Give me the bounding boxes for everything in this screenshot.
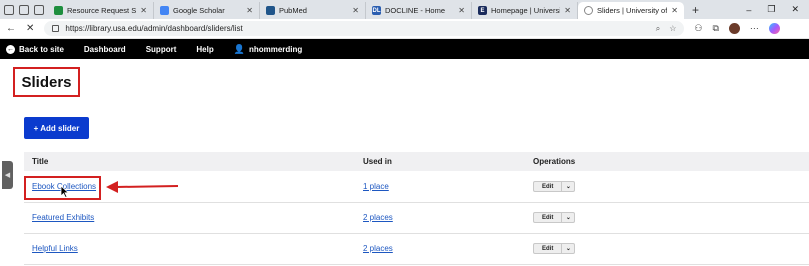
annotation-arrow-icon (106, 181, 179, 193)
minimize-button[interactable]: – (746, 5, 751, 15)
chevron-down-icon[interactable]: ⌄ (562, 244, 574, 253)
back-to-site-link[interactable]: ← Back to site (6, 44, 64, 54)
lock-icon[interactable] (52, 25, 60, 32)
stop-loading-icon[interactable]: ✕ (26, 23, 34, 34)
close-tab-icon[interactable]: ✕ (564, 6, 571, 15)
edit-button[interactable]: Edit (534, 182, 563, 191)
operations-dropbutton: Edit ⌄ (533, 243, 576, 255)
back-arrow-icon: ← (6, 44, 15, 54)
profile-avatar[interactable] (728, 23, 740, 34)
close-tab-icon[interactable]: ✕ (246, 6, 253, 15)
tab-title: Resource Request Spreadsh (67, 6, 137, 15)
column-header-used-in: Used in (363, 157, 392, 166)
back-to-site-label: Back to site (19, 44, 64, 54)
used-in-link[interactable]: 2 places (363, 244, 393, 253)
close-tab-icon[interactable]: ✕ (352, 6, 359, 15)
add-slider-button[interactable]: + Add slider (24, 117, 89, 139)
column-header-title: Title (32, 157, 49, 166)
favorite-star-icon[interactable]: ☆ (669, 24, 676, 34)
admin-toolbar: ← Back to site Dashboard Support Help 👤 … (0, 39, 809, 59)
page-content: Sliders + Add slider ◀ Title Used in Ope… (0, 59, 809, 266)
sliders-table: Title Used in Operations Ebook Collectio… (24, 152, 809, 265)
chevron-down-icon[interactable]: ⌄ (562, 182, 574, 191)
collections-icon[interactable]: ⧉ (712, 23, 718, 34)
copilot-icon[interactable] (768, 23, 780, 34)
browser-extensions: ⚇ ⧉ ⋯ (694, 23, 780, 34)
support-link[interactable]: Support (146, 45, 177, 54)
tab-title: PubMed (279, 6, 307, 15)
new-tab-button[interactable]: + (684, 0, 707, 19)
close-tab-icon[interactable]: ✕ (140, 6, 147, 15)
edit-button[interactable]: Edit (534, 213, 563, 223)
sheets-favicon-icon (54, 6, 63, 15)
tab-title: Google Scholar (173, 6, 225, 15)
page-title: Sliders (13, 67, 80, 97)
close-tab-icon[interactable]: ✕ (671, 6, 678, 15)
close-window-button[interactable]: ✕ (791, 4, 799, 15)
close-tab-icon[interactable]: ✕ (458, 6, 465, 15)
tab-title: DOCLINE - Home (385, 6, 446, 15)
user-icon: 👤 (233, 43, 245, 54)
browser-tab[interactable]: Google Scholar ✕ (154, 2, 260, 19)
browser-tab[interactable]: PubMed ✕ (260, 2, 366, 19)
tab-title: Homepage | University of (491, 6, 560, 15)
tab-actions-icon[interactable] (34, 4, 44, 15)
slider-title-link[interactable]: Helpful Links (32, 244, 78, 253)
user-menu[interactable]: 👤 nhommerding (234, 44, 303, 55)
operations-dropbutton: Edit ⌄ (533, 181, 576, 192)
operations-dropbutton: Edit ⌄ (533, 212, 576, 224)
chevron-down-icon[interactable]: ⌄ (562, 213, 574, 222)
used-in-link[interactable]: 2 places (363, 213, 393, 222)
tab-title: Sliders | University of St. A (597, 6, 668, 15)
browser-tab-active[interactable]: Sliders | University of St. A ✕ (578, 2, 684, 19)
back-arrow-icon[interactable]: ← (6, 23, 16, 34)
browser-profile-controls (0, 0, 48, 19)
column-header-operations: Operations (533, 157, 576, 166)
restore-button[interactable]: ❐ (767, 4, 775, 15)
address-bar[interactable]: https://library.usa.edu/admin/dashboard/… (44, 21, 685, 36)
table-header-row: Title Used in Operations (24, 152, 809, 171)
table-row: Featured Exhibits 2 places Edit ⌄ (24, 202, 809, 233)
docline-favicon-icon: DL (372, 6, 381, 15)
browser-tab[interactable]: DL DOCLINE - Home ✕ (366, 2, 472, 19)
more-menu-icon[interactable]: ⋯ (750, 23, 759, 34)
workspaces-icon[interactable] (19, 4, 29, 15)
table-row: Helpful Links 2 places Edit ⌄ (24, 233, 809, 264)
caret-left-icon: ◀ (4, 172, 11, 179)
browser-tab[interactable]: Resource Request Spreadsh ✕ (48, 2, 154, 19)
slider-title-link[interactable]: Featured Exhibits (32, 213, 94, 222)
sidebar-toggle[interactable]: ◀ (2, 161, 13, 189)
used-in-link[interactable]: 1 place (363, 182, 389, 191)
pubmed-favicon-icon (266, 6, 275, 15)
browser-tab-bar: Resource Request Spreadsh ✕ Google Schol… (0, 0, 809, 19)
mouse-cursor-icon (60, 185, 70, 198)
extensions-icon[interactable]: ⚇ (694, 23, 702, 34)
university-favicon-icon: E (478, 6, 487, 15)
profile-icon[interactable] (4, 4, 14, 15)
window-controls: – ❐ ✕ (746, 0, 809, 19)
edit-button[interactable]: Edit (534, 244, 563, 254)
zoom-icon[interactable]: ⌕ (656, 24, 660, 34)
browser-tab[interactable]: E Homepage | University of ✕ (472, 2, 578, 19)
url-text[interactable]: https://library.usa.edu/admin/dashboard/… (65, 24, 649, 33)
loading-favicon-icon (584, 6, 593, 15)
browser-toolbar: ← ✕ https://library.usa.edu/admin/dashbo… (0, 19, 809, 39)
help-link[interactable]: Help (196, 45, 213, 54)
username-label: nhommerding (248, 44, 303, 54)
scholar-favicon-icon (160, 6, 169, 15)
dashboard-link[interactable]: Dashboard (84, 45, 126, 54)
